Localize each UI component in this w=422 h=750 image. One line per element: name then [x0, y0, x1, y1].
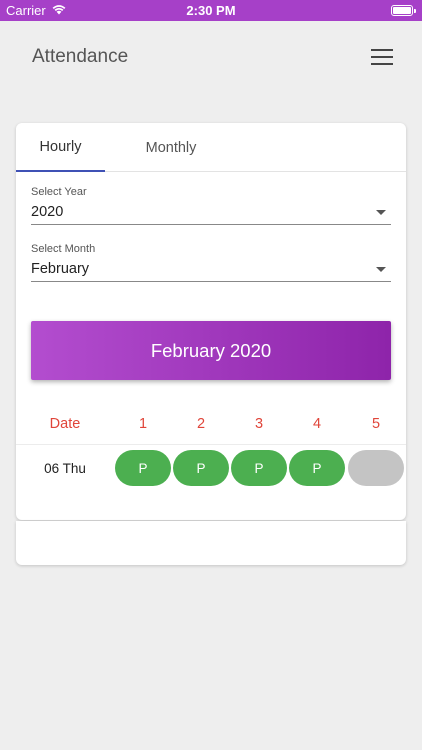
page-title: Attendance — [32, 46, 129, 67]
select-month-value: February — [31, 261, 90, 277]
dropdown-arrow-icon — [376, 210, 386, 215]
battery-icon — [391, 5, 416, 16]
tab-label: Monthly — [145, 139, 197, 156]
table-row: 06 Thu P P P P — [16, 448, 406, 488]
period-header: 5 — [371, 416, 381, 432]
attendance-present-pill[interactable]: P — [115, 450, 171, 486]
select-year-label: Select Year — [31, 186, 87, 198]
hamburger-menu-icon[interactable] — [368, 46, 396, 68]
tab-bar: Hourly Monthly — [16, 123, 406, 172]
dropdown-arrow-icon — [376, 267, 386, 272]
tab-hourly[interactable]: Hourly — [16, 123, 105, 172]
tab-label: Hourly — [39, 138, 82, 155]
app-bar: Attendance — [0, 21, 422, 91]
tab-monthly[interactable]: Monthly — [105, 123, 237, 172]
attendance-present-pill[interactable]: P — [173, 450, 229, 486]
period-header: 2 — [196, 416, 206, 432]
menu-line — [371, 56, 393, 58]
select-year-value: 2020 — [31, 204, 64, 220]
month-banner: February 2020 — [31, 321, 391, 380]
month-banner-text: February 2020 — [150, 339, 272, 361]
select-month-label: Select Month — [31, 243, 96, 255]
status-bar: Carrier 2:30 PM — [0, 0, 422, 21]
field-underline — [31, 281, 391, 282]
date-column-header: Date — [49, 416, 81, 432]
menu-line — [371, 49, 393, 51]
secondary-card — [16, 521, 406, 565]
attendance-card: Hourly Monthly Select Year 2020 Select M… — [16, 123, 406, 520]
period-header: 3 — [254, 416, 264, 432]
attendance-empty-pill[interactable] — [348, 450, 404, 486]
period-header: 4 — [312, 416, 322, 432]
select-month-dropdown[interactable]: Select Month February — [31, 243, 391, 283]
attendance-present-pill[interactable]: P — [289, 450, 345, 486]
clock: 2:30 PM — [186, 3, 236, 18]
attendance-present-pill[interactable]: P — [231, 450, 287, 486]
row-date: 06 Thu — [44, 460, 86, 476]
menu-line — [371, 63, 393, 65]
table-header-row: Date 1 2 3 4 5 — [16, 403, 406, 445]
select-year-dropdown[interactable]: Select Year 2020 — [31, 186, 391, 226]
field-underline — [31, 224, 391, 225]
period-header: 1 — [138, 416, 148, 432]
